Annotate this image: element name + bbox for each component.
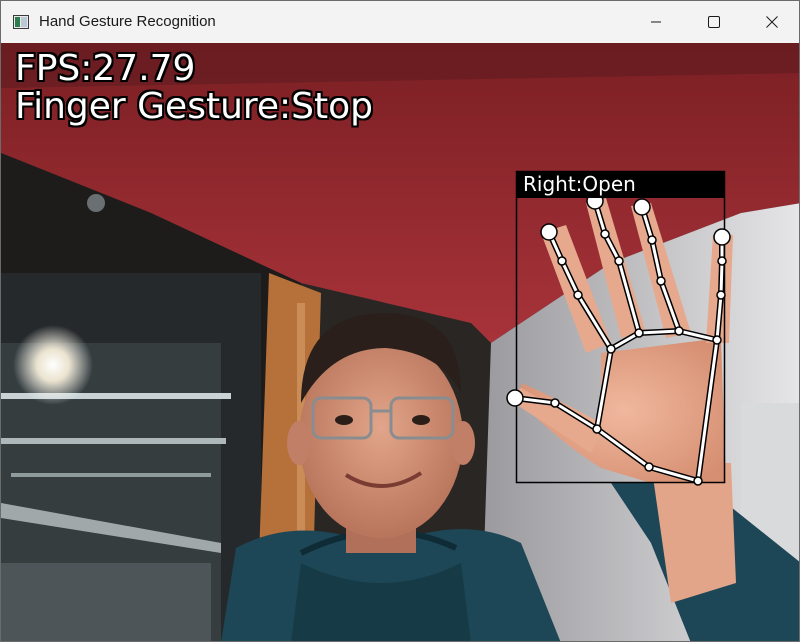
camera-feed: Right:Open FPS:27.79 Finger Gesture:Stop (1, 43, 799, 641)
hand-label-box: Right:Open (516, 171, 725, 198)
finger-gesture-readout: Finger Gesture:Stop (15, 86, 374, 127)
close-button[interactable] (743, 1, 799, 43)
hand-label-text: Right:Open (523, 172, 636, 196)
camera-app-icon (13, 15, 29, 29)
close-icon (766, 16, 778, 28)
app-window: Hand Gesture Recognition Right:Open FPS:… (0, 0, 800, 642)
title-bar[interactable]: Hand Gesture Recognition (1, 1, 799, 43)
minimize-icon (651, 21, 661, 23)
fps-readout: FPS:27.79 (15, 48, 196, 89)
webcam-frame (1, 43, 799, 641)
minimize-button[interactable] (627, 1, 685, 43)
maximize-button[interactable] (685, 1, 743, 43)
maximize-icon (708, 16, 720, 28)
window-title: Hand Gesture Recognition (39, 13, 216, 30)
